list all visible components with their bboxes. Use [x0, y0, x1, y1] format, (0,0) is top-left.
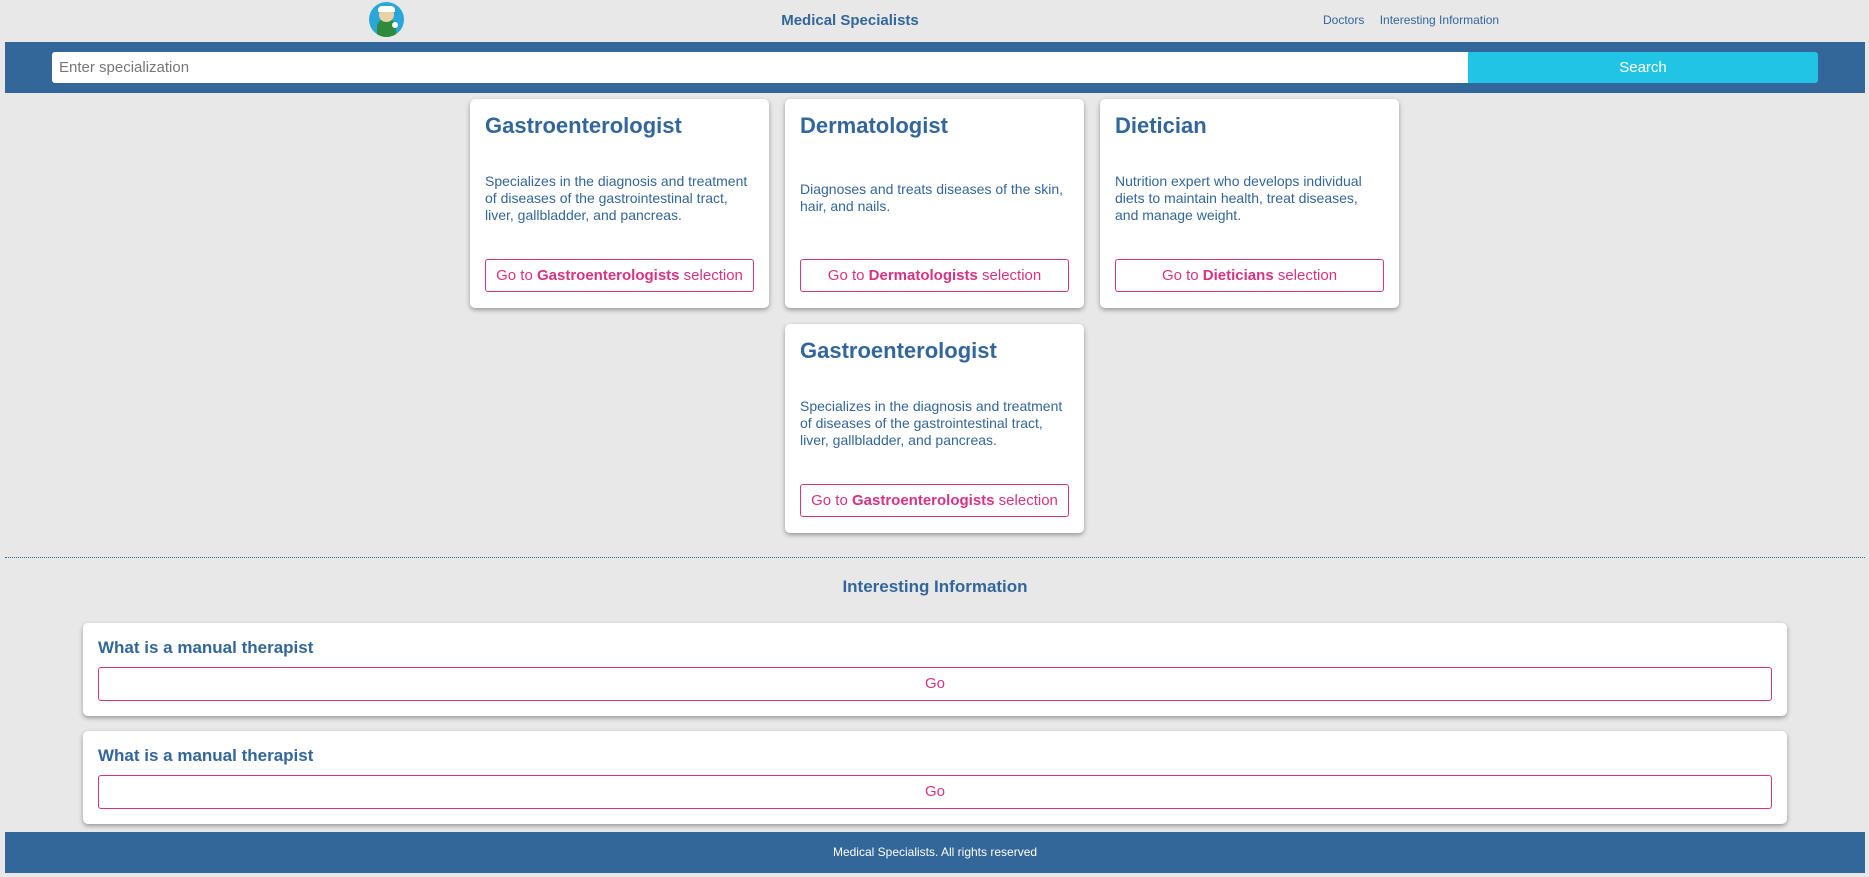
go-to-selection-button[interactable]: Go to Dermatologists selection: [800, 259, 1069, 292]
info-card: What is a manual therapist Go: [83, 623, 1787, 716]
search-input[interactable]: [52, 52, 1472, 83]
card-description: Specializes in the diagnosis and treatme…: [485, 172, 748, 223]
search-bar: Search: [5, 42, 1865, 93]
top-nav: Doctors Interesting Information: [1323, 13, 1511, 27]
specialist-card: Gastroenterologist Specializes in the di…: [470, 99, 769, 308]
go-to-selection-button[interactable]: Go to Dieticians selection: [1115, 259, 1384, 292]
info-card-title: What is a manual therapist: [98, 746, 314, 765]
card-description: Specializes in the diagnosis and treatme…: [800, 397, 1063, 448]
button-suffix: selection: [683, 267, 743, 284]
card-title: Gastroenterologist: [800, 338, 997, 363]
card-description: Diagnoses and treats diseases of the ski…: [800, 181, 1064, 214]
specialist-card: Gastroenterologist Specializes in the di…: [785, 324, 1084, 533]
section-divider: [5, 557, 1865, 558]
button-specialty: Gastroenterologists: [536, 267, 680, 284]
button-specialty: Dermatologists: [868, 267, 978, 284]
card-title: Dietician: [1115, 113, 1207, 138]
site-title: Medical Specialists: [781, 12, 919, 29]
info-card-title: What is a manual therapist: [98, 638, 314, 657]
button-suffix: selection: [982, 267, 1042, 284]
go-to-selection-button[interactable]: Go to Gastroenterologists selection: [485, 259, 754, 292]
info-go-button[interactable]: Go: [98, 775, 1772, 809]
info-go-button[interactable]: Go: [98, 667, 1772, 701]
go-to-selection-button[interactable]: Go to Gastroenterologists selection: [800, 484, 1069, 517]
button-suffix: selection: [998, 492, 1058, 509]
footer-text: Medical Specialists. All rights reserved: [832, 845, 1038, 859]
button-specialty: Gastroenterologists: [851, 492, 995, 509]
card-title: Gastroenterologist: [485, 113, 682, 138]
info-card: What is a manual therapist Go: [83, 731, 1787, 824]
header: Medical Specialists Doctors Interesting …: [5, 0, 1865, 41]
button-prefix: Go to: [1161, 267, 1199, 284]
button-suffix: selection: [1277, 267, 1338, 284]
search-button[interactable]: Search: [1468, 52, 1818, 83]
doctor-logo-icon[interactable]: [369, 2, 404, 37]
interesting-information-heading: Interesting Information: [842, 577, 1028, 596]
specialist-card: Dermatologist Diagnoses and treats disea…: [785, 99, 1084, 308]
button-specialty: Dieticians: [1202, 267, 1274, 284]
button-prefix: Go to: [496, 267, 533, 284]
specialist-card: Dietician Nutrition expert who develops …: [1100, 99, 1399, 308]
button-prefix: Go to: [827, 267, 865, 284]
nav-link-doctors[interactable]: Doctors: [1323, 13, 1364, 27]
card-description: Nutrition expert who develops individual…: [1115, 172, 1362, 223]
button-prefix: Go to: [811, 492, 848, 509]
nav-link-interesting-information[interactable]: Interesting Information: [1380, 13, 1499, 27]
page: Medical Specialists Doctors Interesting …: [5, 0, 1865, 877]
footer: Medical Specialists. All rights reserved: [5, 832, 1865, 873]
card-title: Dermatologist: [800, 113, 948, 138]
